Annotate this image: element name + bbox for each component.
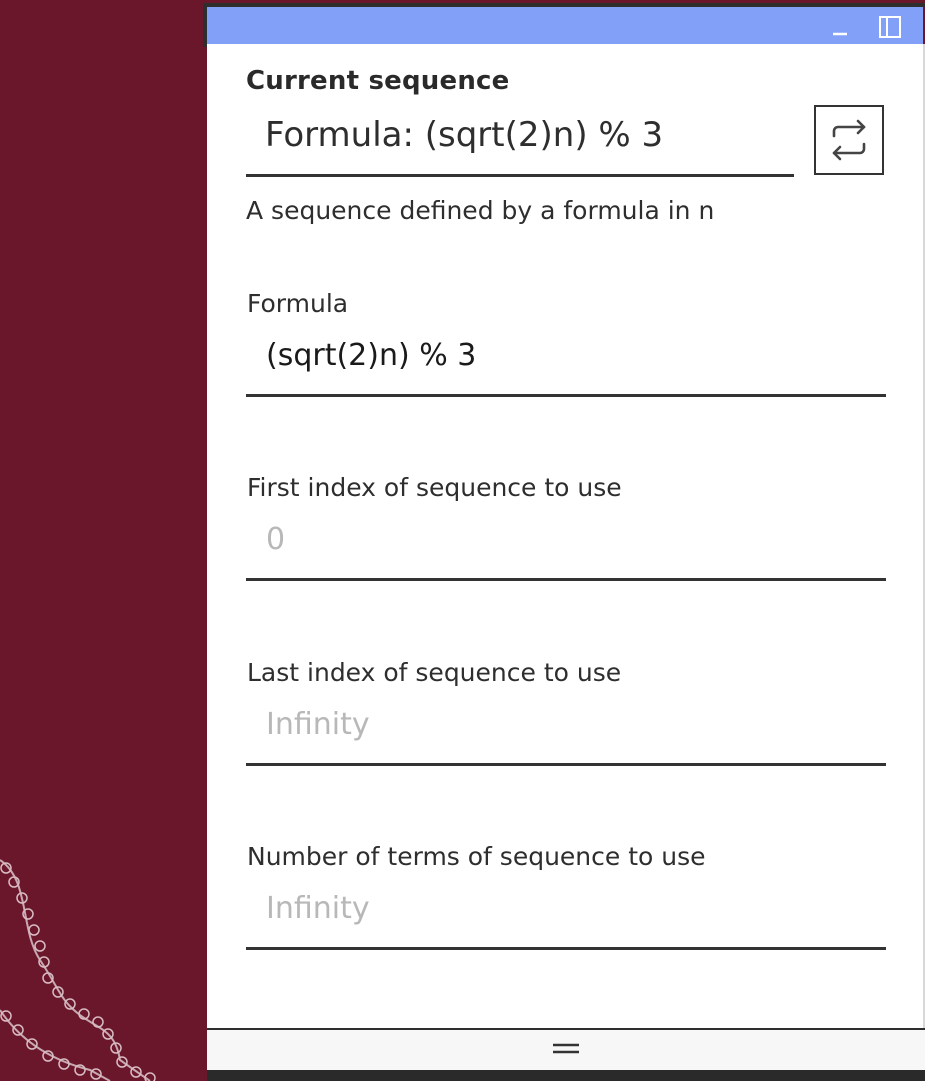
num-terms-field[interactable]: Infinity bbox=[246, 889, 886, 950]
minimize-icon[interactable] bbox=[827, 14, 853, 40]
sequence-description: A sequence defined by a formula in n bbox=[246, 196, 715, 225]
formula-field[interactable]: (sqrt(2)n) % 3 bbox=[246, 336, 886, 397]
panel-resize-bar[interactable] bbox=[207, 1030, 925, 1070]
drag-handle-icon[interactable] bbox=[553, 1043, 579, 1054]
last-index-label: Last index of sequence to use bbox=[247, 658, 622, 687]
current-sequence-value: Formula: (sqrt(2)n) % 3 bbox=[265, 115, 664, 155]
formula-label: Formula bbox=[247, 289, 349, 318]
num-terms-label: Number of terms of sequence to use bbox=[247, 842, 706, 871]
panel-layout-icon[interactable] bbox=[877, 14, 903, 40]
swap-arrows-icon bbox=[832, 119, 866, 161]
sequence-panel: Current sequence Formula: (sqrt(2)n) % 3… bbox=[207, 44, 925, 1029]
formula-value: (sqrt(2)n) % 3 bbox=[266, 338, 477, 373]
first-index-placeholder: 0 bbox=[266, 522, 286, 557]
num-terms-placeholder: Infinity bbox=[266, 891, 370, 926]
last-index-field[interactable]: Infinity bbox=[246, 705, 886, 766]
swap-sequence-button[interactable] bbox=[814, 105, 884, 175]
current-sequence-display[interactable]: Formula: (sqrt(2)n) % 3 bbox=[246, 106, 794, 177]
last-index-placeholder: Infinity bbox=[266, 707, 370, 742]
panel-titlebar[interactable] bbox=[207, 7, 923, 44]
bottom-strip bbox=[207, 1070, 925, 1081]
current-sequence-heading: Current sequence bbox=[246, 66, 510, 96]
background-curve bbox=[0, 859, 156, 1081]
first-index-label: First index of sequence to use bbox=[247, 473, 622, 502]
first-index-field[interactable]: 0 bbox=[246, 520, 886, 581]
